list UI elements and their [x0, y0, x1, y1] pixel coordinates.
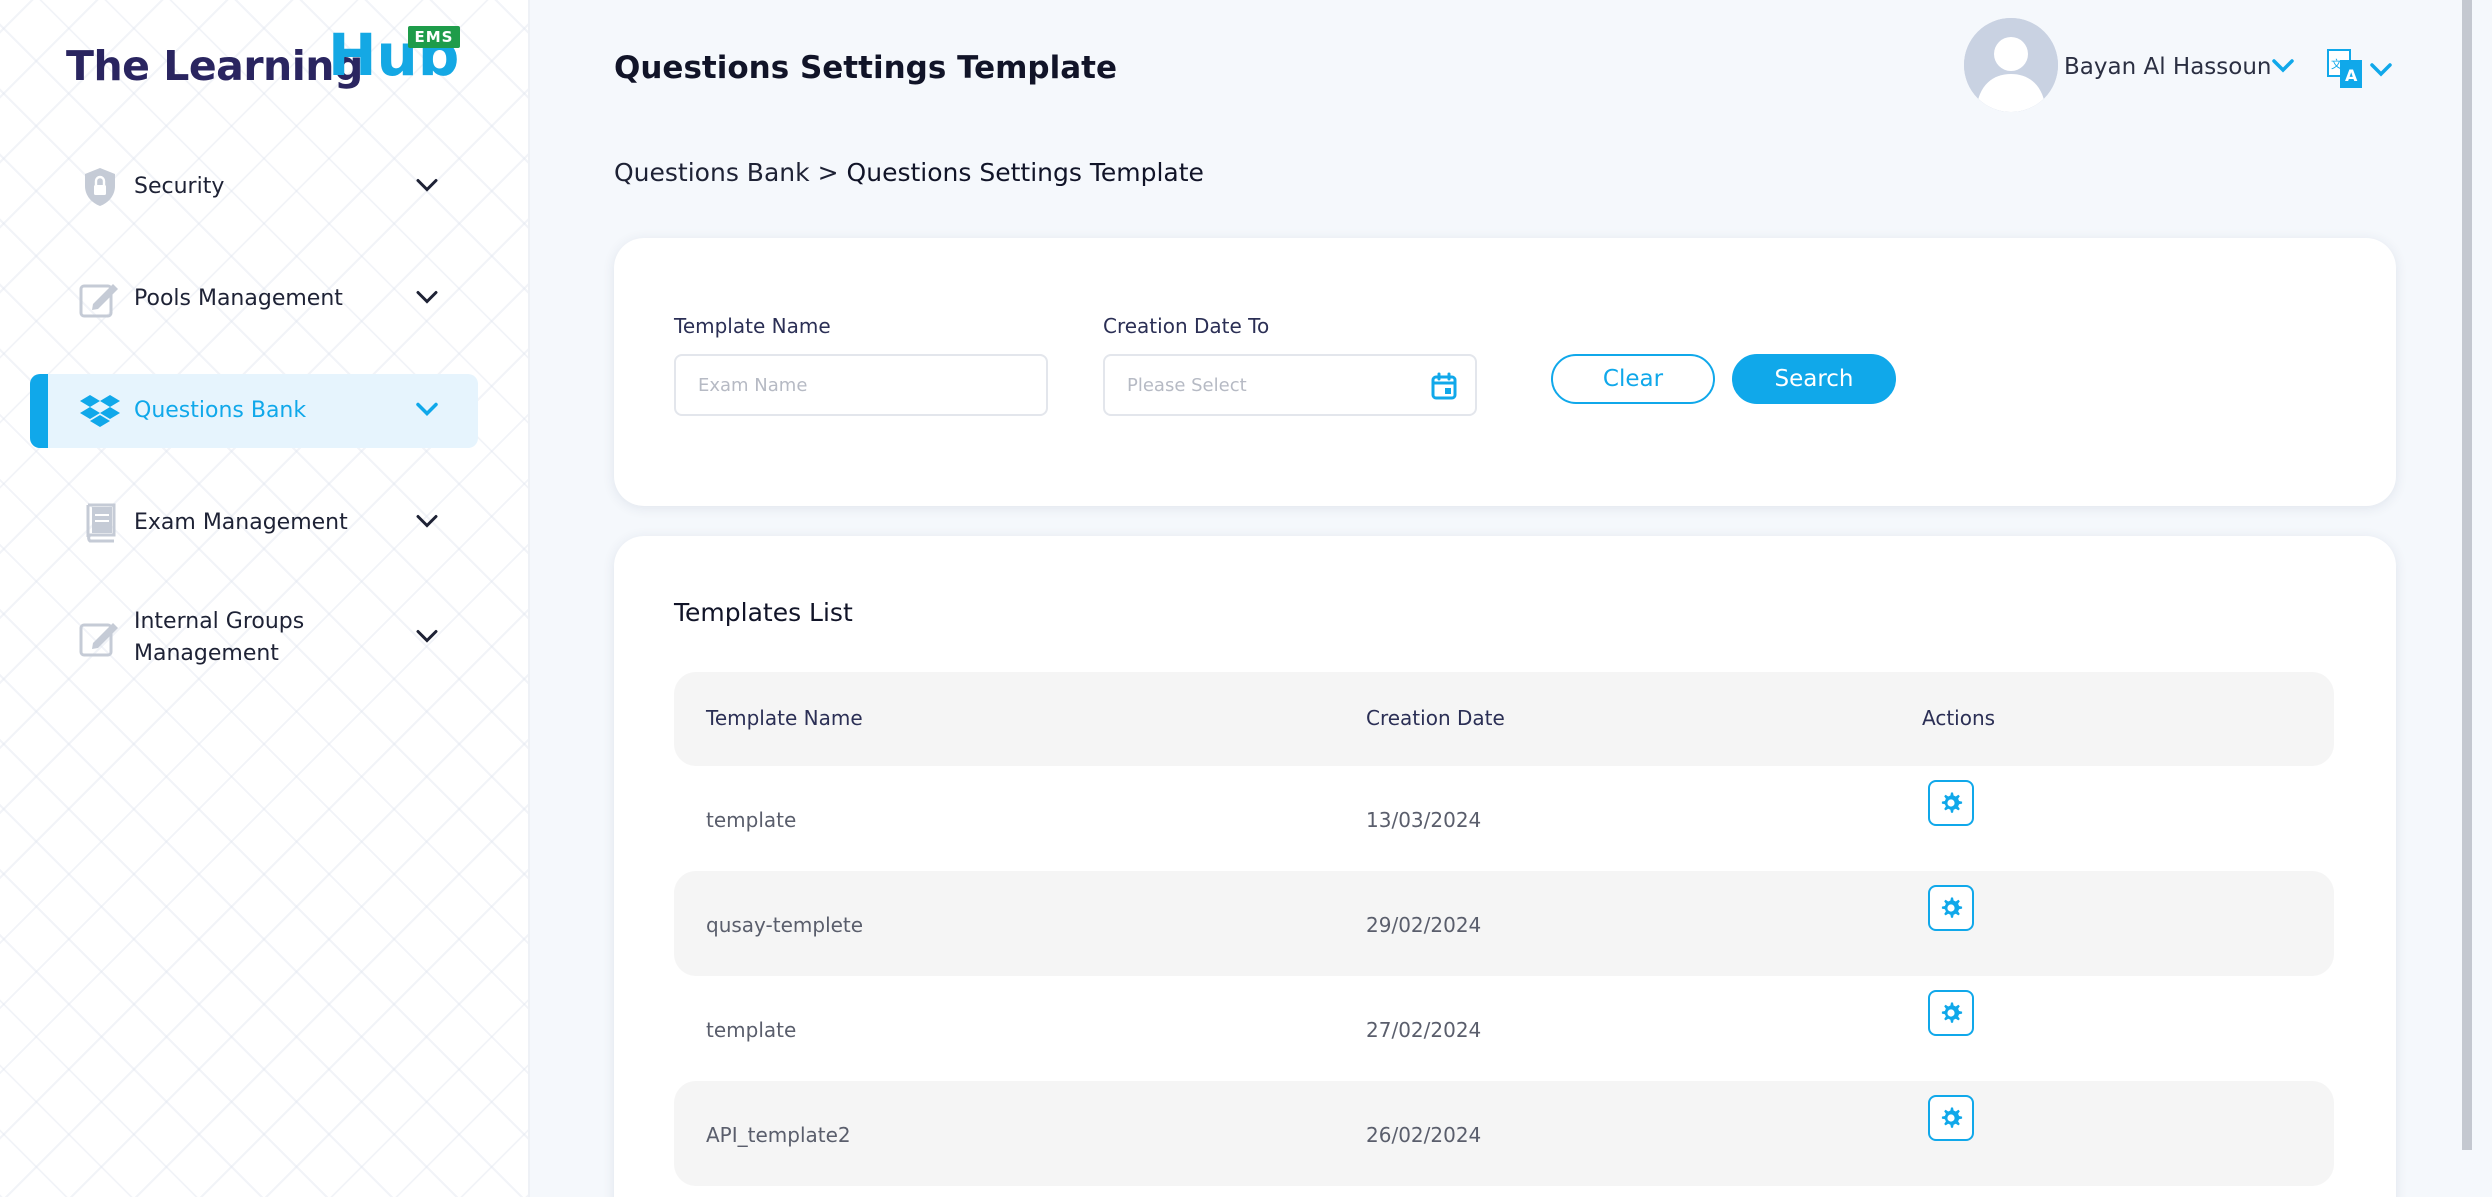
gear-icon [1941, 1107, 1963, 1128]
settings-button[interactable] [1928, 885, 1974, 931]
chevron-down-icon[interactable] [416, 514, 438, 533]
chevron-down-icon[interactable] [416, 629, 438, 648]
templates-table: Template Name Creation Date Actions temp… [674, 672, 2334, 1186]
column-header-actions: Actions [1922, 706, 1996, 730]
settings-button[interactable] [1928, 780, 1974, 826]
breadcrumb-parent[interactable]: Questions Bank [614, 158, 810, 187]
template-name-input[interactable] [674, 354, 1048, 416]
table-row: template 27/02/2024 [674, 976, 2334, 1081]
scrollbar[interactable] [2462, 0, 2472, 1150]
sidebar-item-label: Exam Management [134, 510, 348, 535]
cell-template-name: template [706, 1018, 797, 1042]
cell-creation-date: 13/03/2024 [1366, 808, 1482, 832]
column-header-creation-date: Creation Date [1366, 706, 1505, 730]
language-icon[interactable]: A文 [2326, 48, 2364, 94]
sidebar-item-internal-groups-management[interactable]: Internal Groups Management [30, 596, 478, 680]
creation-date-picker[interactable]: Please Select [1103, 354, 1477, 416]
gear-icon [1941, 1002, 1963, 1023]
app-logo[interactable]: The Learning Hub EMS [66, 24, 460, 104]
svg-text:A: A [2345, 66, 2358, 85]
chevron-down-icon[interactable] [416, 402, 438, 421]
chevron-down-icon[interactable] [2370, 62, 2392, 81]
avatar[interactable] [1964, 18, 2058, 112]
chevron-down-icon[interactable] [2272, 58, 2294, 77]
logo-ems-badge: EMS [408, 26, 460, 48]
sidebar-item-questions-bank[interactable]: Questions Bank [30, 374, 478, 448]
column-header-template-name: Template Name [706, 706, 863, 730]
settings-button[interactable] [1928, 990, 1974, 1036]
edit-icon [78, 616, 122, 660]
breadcrumb: Questions Bank > Questions Settings Templa… [614, 158, 1204, 187]
cell-creation-date: 29/02/2024 [1366, 913, 1482, 937]
dropbox-icon [78, 389, 122, 433]
page-title: Questions Settings Template [614, 50, 1118, 86]
user-silhouette-icon [1964, 18, 2058, 112]
cell-template-name: API_template2 [706, 1123, 851, 1147]
chevron-down-icon[interactable] [416, 290, 438, 309]
filter-card: Template Name Creation Date To Please Se… [614, 238, 2396, 506]
sidebar-item-label: Questions Bank [134, 398, 307, 423]
svg-text:文: 文 [2331, 57, 2342, 71]
edit-icon [78, 277, 122, 321]
sidebar-item-pools-management[interactable]: Pools Management [30, 262, 478, 336]
sidebar: The Learning Hub EMS Security Pools Mana… [0, 0, 530, 1197]
sidebar-item-label: Security [134, 174, 225, 199]
shield-lock-icon [78, 165, 122, 209]
templates-list-title: Templates List [674, 598, 853, 627]
gear-icon [1941, 792, 1963, 813]
sidebar-item-exam-management[interactable]: Exam Management [30, 486, 478, 560]
gear-icon [1941, 897, 1963, 918]
template-name-label: Template Name [674, 314, 831, 338]
sidebar-item-security[interactable]: Security [30, 150, 478, 224]
breadcrumb-separator: > [817, 158, 839, 187]
table-row: qusay-templete 29/02/2024 [674, 871, 2334, 976]
creation-date-label: Creation Date To [1103, 314, 1270, 338]
table-row: template 13/03/2024 [674, 766, 2334, 871]
templates-list-card: Templates List Template Name Creation Da… [614, 536, 2396, 1197]
sidebar-item-label: Internal Groups Management [134, 609, 305, 666]
book-icon [78, 501, 122, 545]
cell-template-name: qusay-templete [706, 913, 864, 937]
search-button[interactable]: Search [1732, 354, 1896, 404]
table-row: API_template2 26/02/2024 [674, 1081, 2334, 1186]
clear-button[interactable]: Clear [1551, 354, 1715, 404]
creation-date-placeholder: Please Select [1127, 374, 1247, 396]
cell-creation-date: 27/02/2024 [1366, 1018, 1482, 1042]
table-header: Template Name Creation Date Actions [674, 672, 2334, 766]
calendar-icon[interactable] [1431, 372, 1457, 405]
logo-text: The Learning [66, 42, 363, 90]
breadcrumb-current: Questions Settings Template [846, 158, 1204, 187]
settings-button[interactable] [1928, 1095, 1974, 1141]
user-name[interactable]: Bayan Al Hassoun [2064, 54, 2271, 80]
cell-template-name: template [706, 808, 797, 832]
cell-creation-date: 26/02/2024 [1366, 1123, 1482, 1147]
chevron-down-icon[interactable] [416, 178, 438, 197]
sidebar-item-label: Pools Management [134, 286, 343, 311]
